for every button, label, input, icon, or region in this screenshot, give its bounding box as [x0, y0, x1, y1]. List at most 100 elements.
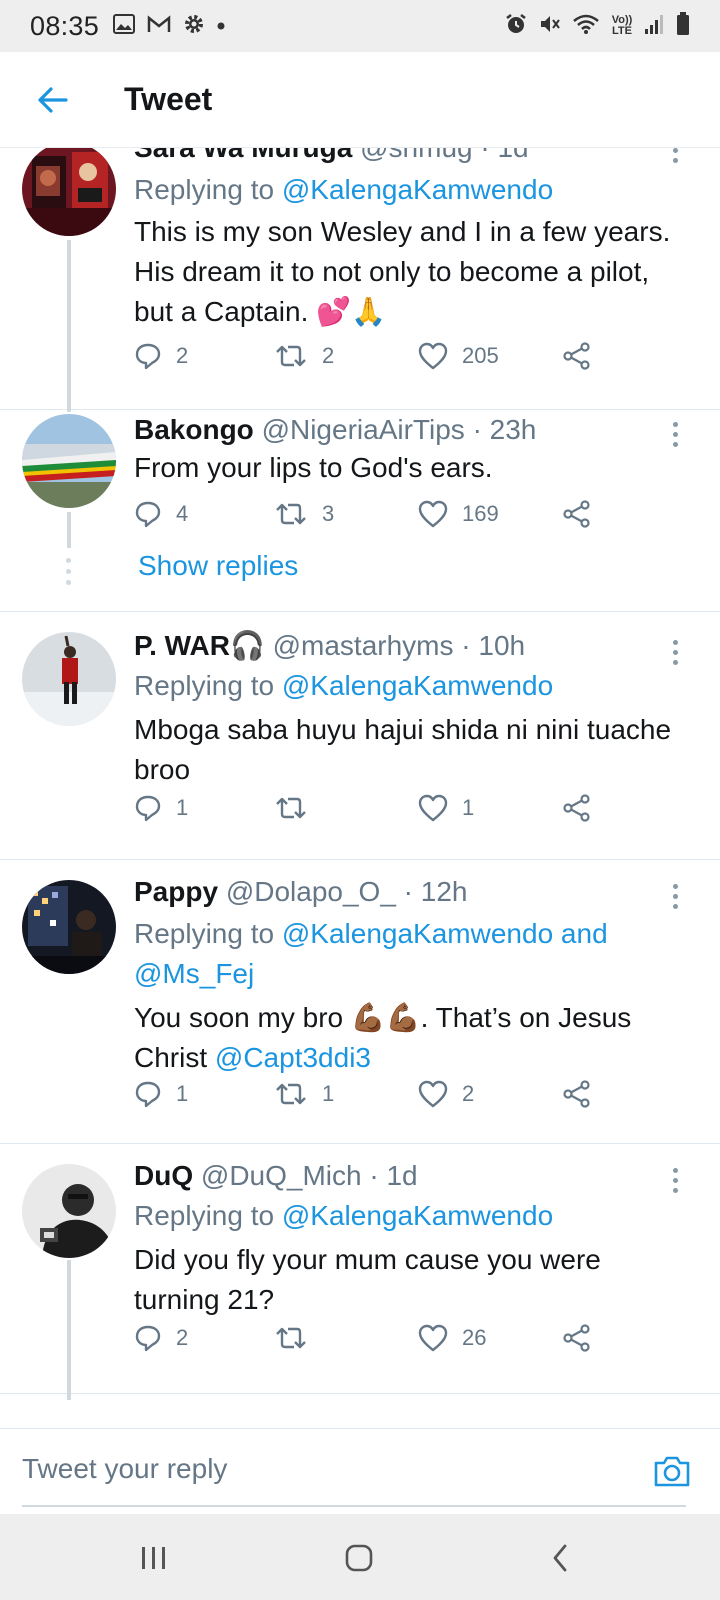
home-icon — [345, 1544, 373, 1572]
reply-button[interactable]: 1 — [134, 788, 188, 828]
tweet[interactable]: DuQ @DuQ_Mich · 1d Replying to @KalengaK… — [0, 1144, 720, 1400]
like-button[interactable]: 1 — [418, 788, 474, 828]
retweet-icon — [276, 345, 306, 367]
share-icon — [563, 794, 590, 822]
author-handle[interactable]: @NigeriaAirTips — [262, 414, 465, 445]
avatar[interactable] — [22, 148, 116, 236]
share-icon — [563, 1324, 590, 1352]
author-handle[interactable]: @Dolapo_O_ — [226, 876, 396, 907]
like-button[interactable]: 169 — [418, 494, 499, 534]
tweet-time: · 10h — [461, 630, 526, 661]
avatar[interactable] — [22, 414, 116, 508]
author-name[interactable]: Bakongo — [134, 414, 254, 445]
reply-input[interactable]: Tweet your reply — [22, 1453, 227, 1485]
tweet-mention[interactable]: @Capt3ddi3 — [215, 1042, 371, 1073]
retweet-icon — [276, 1327, 306, 1349]
back-button[interactable] — [30, 78, 74, 122]
reply-button[interactable]: 2 — [134, 336, 188, 376]
more-options-button[interactable] — [668, 422, 682, 447]
more-options-button[interactable] — [668, 1168, 682, 1193]
share-button[interactable] — [562, 788, 592, 828]
gear-icon — [183, 13, 205, 40]
share-icon — [563, 500, 590, 528]
share-icon — [563, 1080, 590, 1108]
reply-icon — [135, 343, 161, 370]
replying-prefix: Replying to — [134, 174, 275, 205]
replying-prefix: Replying to — [134, 670, 275, 701]
tweet-text: You soon my bro 💪🏾💪🏾. That’s on Jesus Ch… — [134, 1002, 632, 1073]
tweet-time: · 1d — [480, 148, 528, 163]
tweet-text: From your lips to God's ears. — [134, 452, 493, 483]
tweet[interactable]: Pappy @Dolapo_O_ · 12h Replying to @Kale… — [0, 860, 720, 1144]
more-options-button[interactable] — [668, 884, 682, 909]
home-button[interactable] — [329, 1536, 389, 1580]
author-name[interactable]: Sara Wa Muruga — [134, 148, 352, 163]
reply-button[interactable]: 4 — [134, 494, 188, 534]
like-button[interactable]: 26 — [418, 1318, 486, 1358]
tweet-text: Mboga saba huyu hajui shida ni nini tuac… — [134, 714, 672, 785]
author-handle[interactable]: @mastarhyms — [273, 630, 454, 661]
tweet-actions: 2 26 — [134, 1318, 614, 1358]
replying-mention[interactable]: @KalengaKamwendo — [282, 1200, 553, 1231]
tweet-text: This is my son Wesley and I in a few yea… — [134, 216, 671, 327]
more-options-button[interactable] — [668, 640, 682, 665]
replying-mention[interactable]: @KalengaKamwendo — [282, 174, 553, 205]
wifi-icon — [572, 13, 600, 40]
heart-icon — [418, 1080, 448, 1108]
avatar[interactable] — [22, 632, 116, 726]
more-options-button[interactable] — [668, 148, 682, 163]
replies-feed[interactable]: Sara Wa Muruga @shmug · 1d Replying to @… — [0, 148, 720, 1428]
share-button[interactable] — [562, 1074, 592, 1114]
retweet-button[interactable] — [274, 1318, 322, 1358]
reply-count: 4 — [176, 501, 189, 526]
share-button[interactable] — [562, 336, 592, 376]
dot-icon — [217, 17, 225, 35]
reply-count: 1 — [176, 795, 189, 820]
mute-icon — [538, 12, 562, 41]
reply-input-underline — [22, 1505, 686, 1507]
avatar[interactable] — [22, 1164, 116, 1258]
like-button[interactable]: 2 — [418, 1074, 474, 1114]
heart-icon — [418, 794, 448, 822]
retweet-button[interactable]: 1 — [274, 1074, 334, 1114]
author-handle[interactable]: @shmug — [360, 148, 472, 163]
back-icon — [553, 1544, 567, 1572]
heart-icon — [418, 500, 448, 528]
thread-dots — [66, 558, 71, 585]
retweet-icon — [276, 503, 306, 525]
retweet-count: 1 — [322, 1081, 335, 1106]
avatar[interactable] — [22, 880, 116, 974]
retweet-button[interactable] — [274, 788, 322, 828]
recent-apps-button[interactable] — [124, 1536, 184, 1580]
share-button[interactable] — [562, 494, 592, 534]
camera-button[interactable] — [652, 1451, 692, 1491]
reply-count: 1 — [176, 1081, 189, 1106]
battery-icon — [676, 11, 690, 41]
tweet[interactable]: Sara Wa Muruga @shmug · 1d Replying to @… — [0, 148, 720, 412]
tweet-text: Did you fly your mum cause you were turn… — [134, 1244, 601, 1315]
like-button[interactable]: 205 — [418, 336, 499, 376]
volte-icon: Vo)) LTE — [611, 14, 633, 37]
author-name[interactable]: P. WAR — [134, 630, 230, 661]
author-handle[interactable]: @DuQ_Mich — [201, 1160, 362, 1191]
retweet-icon — [276, 797, 306, 819]
image-icon — [113, 13, 136, 39]
reply-button[interactable]: 1 — [134, 1074, 188, 1114]
author-name[interactable]: Pappy — [134, 876, 218, 907]
like-count: 1 — [462, 795, 475, 820]
replying-mention[interactable]: @KalengaKamwendo — [282, 670, 553, 701]
author-name[interactable]: DuQ — [134, 1160, 193, 1191]
tweet[interactable]: Bakongo @NigeriaAirTips · 23h From your … — [0, 410, 720, 612]
status-bar: 08:35 Vo)) LTE — [0, 0, 720, 52]
tweet[interactable]: P. WAR🎧 @mastarhyms · 10h Replying to @K… — [0, 612, 720, 860]
thread-line — [67, 1260, 71, 1400]
reply-button[interactable]: 2 — [134, 1318, 188, 1358]
back-nav-button[interactable] — [530, 1536, 590, 1580]
tweet-time: · 23h — [472, 414, 537, 445]
show-replies-link[interactable]: Show replies — [138, 550, 298, 582]
retweet-button[interactable]: 2 — [274, 336, 334, 376]
tweet-emoji: 💕🙏 — [316, 296, 386, 327]
retweet-button[interactable]: 3 — [274, 494, 334, 534]
share-button[interactable] — [562, 1318, 592, 1358]
system-nav-bar — [0, 1514, 720, 1600]
